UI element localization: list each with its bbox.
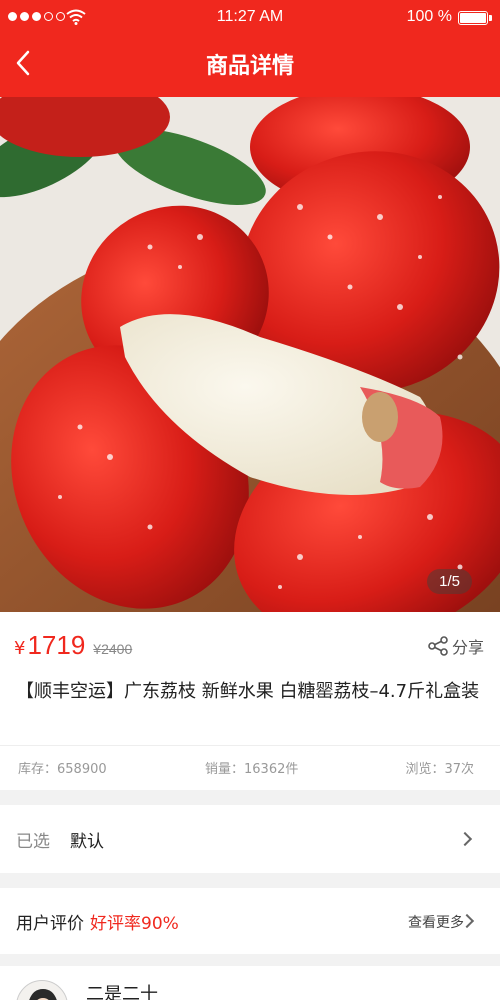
product-info: ¥ 1719 ¥2400 分享 【顺丰空运】广东荔枝 新鲜水果 白糖罂荔枝–4.… — [0, 612, 500, 790]
battery-percent: 100 % — [406, 8, 452, 25]
status-bar: 11:27 AM 100 % — [0, 0, 500, 36]
reviews-header: 用户评价 好评率90% 查看更多 — [0, 888, 500, 954]
original-price: ¥2400 — [93, 641, 133, 657]
product-title: 【顺丰空运】广东荔枝 新鲜水果 白糖罂荔枝–4.7斤礼盒装 — [16, 681, 480, 702]
top-bar: 11:27 AM 100 % 商品详情 — [0, 0, 500, 97]
spec-selector[interactable]: 已选 默认 — [0, 805, 500, 873]
positive-rate: 好评率90% — [90, 914, 179, 934]
view-more-reviews-link[interactable]: 查看更多 — [408, 912, 464, 932]
sales-count: 销量：16362件 — [205, 762, 299, 777]
selected-label: 已选 — [16, 832, 50, 852]
gallery-pager: 1/5 — [427, 569, 472, 594]
chevron-right-icon — [457, 831, 473, 847]
review-item: 二是二十 — [0, 966, 500, 1000]
divider — [0, 745, 500, 746]
product-image-carousel[interactable]: 1/5 — [0, 97, 500, 612]
current-price: 1719 — [27, 630, 86, 660]
selected-value: 默认 — [70, 832, 104, 852]
price-row: ¥ 1719 ¥2400 — [14, 630, 132, 661]
share-icon — [428, 636, 448, 656]
share-button[interactable]: 分享 — [427, 634, 484, 658]
currency-symbol: ¥ — [14, 638, 26, 659]
share-label: 分享 — [451, 638, 484, 657]
view-count: 浏览：37次 — [405, 762, 474, 777]
page-title: 商品详情 — [205, 54, 294, 79]
product-photo — [0, 97, 500, 612]
battery-icon — [458, 11, 492, 25]
reviewer-name: 二是二十 — [86, 984, 158, 1000]
avatar — [16, 980, 68, 1000]
reviews-label: 用户评价 — [16, 914, 84, 934]
stock-count: 库存：658900 — [18, 762, 107, 777]
